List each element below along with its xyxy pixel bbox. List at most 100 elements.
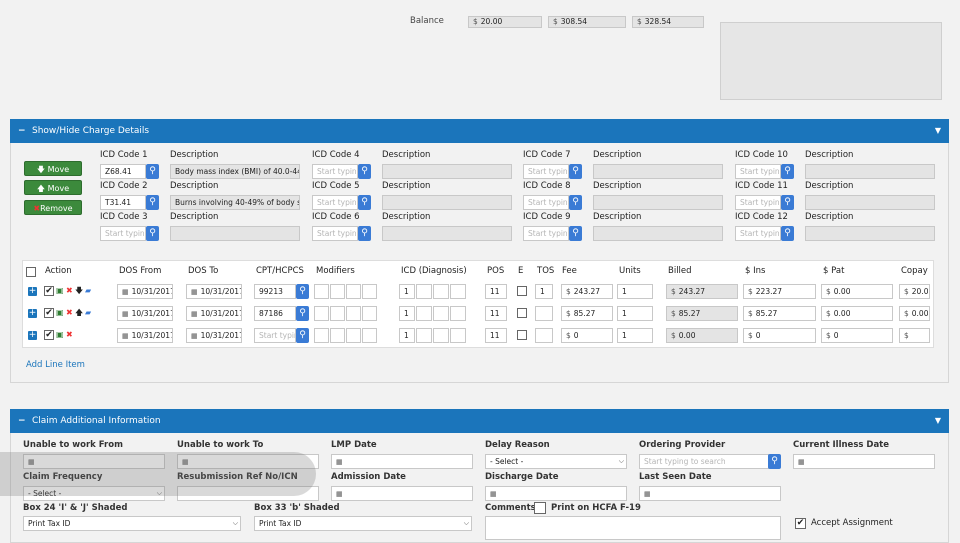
dos-to-field[interactable]: ▦ 10/31/2017 [186, 328, 242, 343]
modifier-input[interactable] [362, 328, 377, 343]
modifier-input[interactable] [314, 306, 329, 321]
dos-from-field[interactable]: ▦ 10/31/2017 [117, 328, 173, 343]
icd-pointer-input[interactable] [416, 306, 432, 321]
search-icon[interactable]: ⚲ [781, 226, 794, 241]
units-input[interactable]: 1 [617, 306, 653, 321]
search-icon[interactable]: ⚲ [569, 164, 582, 179]
modifier-input[interactable] [362, 306, 377, 321]
modifier-input[interactable] [314, 328, 329, 343]
icd-pointer-input[interactable] [433, 284, 449, 299]
search-icon[interactable]: ⚲ [358, 195, 371, 210]
dos-from-field[interactable]: ▦ 10/31/2017 [117, 306, 173, 321]
ins-input[interactable]: $0 [743, 328, 816, 343]
icd-pointer-input[interactable] [450, 306, 466, 321]
modifier-input[interactable] [346, 306, 361, 321]
copy-icon[interactable]: ▣ [56, 286, 64, 296]
note-icon[interactable]: ▰ [85, 308, 91, 318]
search-icon[interactable]: ⚲ [781, 195, 794, 210]
expand-row-icon[interactable]: + [28, 287, 37, 296]
icd-code-input[interactable]: Start typing [523, 195, 569, 210]
delay-reason-select[interactable]: - Select - ⌵ [485, 454, 627, 469]
modifier-input[interactable] [314, 284, 329, 299]
comments-textarea[interactable] [485, 516, 781, 540]
delete-icon[interactable]: ✖ [66, 308, 73, 318]
current-illness-field[interactable]: ▦ [793, 454, 935, 469]
expand-row-icon[interactable]: + [28, 309, 37, 318]
icd-pointer-input[interactable] [416, 284, 432, 299]
tos-input[interactable]: 1 [535, 284, 553, 299]
move-down-button[interactable]: 🡇 Move [24, 161, 82, 176]
icd-code-input[interactable]: Start typing [735, 195, 781, 210]
icd-code-input[interactable]: Z68.41 [100, 164, 146, 179]
icd-code-input[interactable]: T31.41 [100, 195, 146, 210]
select-all-checkbox[interactable] [26, 267, 36, 277]
cpt-input[interactable]: Start typing [254, 328, 296, 343]
ordering-provider-input[interactable]: Start typing to search [639, 454, 769, 469]
delete-icon[interactable]: ✖ [66, 330, 73, 340]
modifier-input[interactable] [346, 284, 361, 299]
icd-code-input[interactable]: Start typing [100, 226, 146, 241]
cpt-input[interactable]: 99213 [254, 284, 296, 299]
chevron-down-icon[interactable]: ▼ [935, 409, 941, 433]
emergency-checkbox[interactable] [517, 330, 527, 340]
delete-icon[interactable]: ✖ [66, 286, 73, 296]
fee-input[interactable]: $85.27 [561, 306, 613, 321]
expand-row-icon[interactable]: + [28, 331, 37, 340]
search-icon[interactable]: ⚲ [358, 226, 371, 241]
icd-pointer-input[interactable] [450, 328, 466, 343]
icd-pointer-input[interactable] [433, 328, 449, 343]
search-icon[interactable]: ⚲ [768, 454, 781, 469]
copay-input[interactable]: $20.00 [899, 284, 930, 299]
ins-input[interactable]: $85.27 [743, 306, 816, 321]
dos-to-field[interactable]: ▦ 10/31/2017 [186, 284, 242, 299]
search-icon[interactable]: ⚲ [296, 284, 309, 299]
search-icon[interactable]: ⚲ [296, 328, 309, 343]
move-up-button[interactable]: 🡅 Move [24, 180, 82, 195]
icd-pointer-input[interactable] [450, 284, 466, 299]
icd-code-input[interactable]: Start typing [523, 226, 569, 241]
pos-input[interactable]: 11 [485, 284, 507, 299]
claim-panel-header[interactable]: − Claim Additional Information ▼ [10, 409, 949, 433]
icd-pointer-input[interactable] [416, 328, 432, 343]
box24-select[interactable]: Print Tax ID ⌵ [23, 516, 241, 531]
last-seen-field[interactable]: ▦ [639, 486, 781, 501]
tos-input[interactable] [535, 306, 553, 321]
search-icon[interactable]: ⚲ [358, 164, 371, 179]
copay-input[interactable]: $ [899, 328, 930, 343]
icd-code-input[interactable]: Start typing [312, 164, 358, 179]
box33-select[interactable]: Print Tax ID ⌵ [254, 516, 472, 531]
search-icon[interactable]: ⚲ [569, 226, 582, 241]
remove-button[interactable]: ✖Remove [24, 200, 82, 215]
search-icon[interactable]: ⚲ [296, 306, 309, 321]
icd-pointer-input[interactable] [433, 306, 449, 321]
modifier-input[interactable] [330, 306, 345, 321]
row-checkbox[interactable]: ✔ [44, 308, 54, 318]
print-hcfa-checkbox[interactable] [534, 502, 546, 514]
modifier-input[interactable] [330, 328, 345, 343]
icd-code-input[interactable]: Start typing [312, 226, 358, 241]
copay-input[interactable]: $0.00 [899, 306, 930, 321]
icd-pointer-input[interactable]: 1 [399, 328, 415, 343]
accept-assignment-checkbox[interactable]: ✔ [795, 518, 806, 529]
pat-input[interactable]: $0 [821, 328, 893, 343]
row-checkbox[interactable]: ✔ [44, 330, 54, 340]
notes-box[interactable] [720, 22, 942, 100]
charge-panel-header[interactable]: − Show/Hide Charge Details ▼ [10, 119, 949, 143]
discharge-date-field[interactable]: ▦ [485, 486, 627, 501]
pat-input[interactable]: $0.00 [821, 284, 893, 299]
pos-input[interactable]: 11 [485, 306, 507, 321]
arrow-up-icon[interactable]: 🡅 [75, 308, 83, 318]
icd-code-input[interactable]: Start typing [523, 164, 569, 179]
note-icon[interactable]: ▰ [85, 286, 91, 296]
emergency-checkbox[interactable] [517, 286, 527, 296]
search-icon[interactable]: ⚲ [146, 226, 159, 241]
icd-code-input[interactable]: Start typing [312, 195, 358, 210]
emergency-checkbox[interactable] [517, 308, 527, 318]
tos-input[interactable] [535, 328, 553, 343]
add-line-item-link[interactable]: Add Line Item [26, 360, 85, 370]
fee-input[interactable]: $243.27 [561, 284, 613, 299]
fee-input[interactable]: $0 [561, 328, 613, 343]
admission-date-field[interactable]: ▦ [331, 486, 473, 501]
search-icon[interactable]: ⚲ [146, 164, 159, 179]
modifier-input[interactable] [362, 284, 377, 299]
